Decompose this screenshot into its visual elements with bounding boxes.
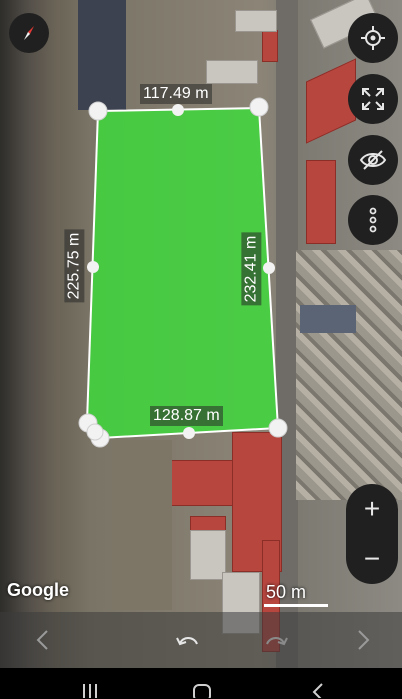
crosshair-icon <box>361 26 385 50</box>
zoom-control: + − <box>346 484 398 584</box>
midpoint-handle <box>183 427 195 439</box>
midpoint-handle <box>87 261 99 273</box>
google-attribution: Google <box>7 580 69 600</box>
more-vertical-icon <box>369 207 377 233</box>
recent-apps-icon[interactable] <box>80 682 100 698</box>
chevron-right-icon[interactable] <box>352 628 374 652</box>
compass-button[interactable] <box>9 13 49 53</box>
redo-icon[interactable] <box>262 628 290 652</box>
compass-icon <box>24 26 34 40</box>
eye-off-icon <box>359 150 387 170</box>
vertex-handle <box>268 418 288 438</box>
more-options-button[interactable] <box>348 195 398 245</box>
locate-button[interactable] <box>348 13 398 63</box>
measure-label-bottom: 128.87 m <box>150 406 223 426</box>
zoom-out-button[interactable]: − <box>346 534 398 584</box>
vertex-handle <box>249 97 269 117</box>
midpoint-handle <box>172 104 184 116</box>
measure-label-left: 225.75 m <box>64 229 85 303</box>
edit-toolbar <box>0 612 402 668</box>
vertex-handle <box>86 423 104 441</box>
scale-label: 50 m <box>266 582 307 602</box>
expand-icon <box>362 88 384 110</box>
scale-bar <box>264 604 328 607</box>
zoom-in-button[interactable]: + <box>346 484 398 534</box>
vertex-handle <box>88 101 108 121</box>
system-navigation-bar <box>0 668 402 699</box>
fullscreen-button[interactable] <box>348 74 398 124</box>
measure-label-right: 232.41 m <box>241 232 262 306</box>
midpoint-handle <box>263 262 275 274</box>
visibility-button[interactable] <box>348 135 398 185</box>
back-icon[interactable] <box>308 682 328 698</box>
undo-icon[interactable] <box>174 628 202 652</box>
home-icon[interactable] <box>192 682 212 698</box>
satellite-map[interactable]: 117.49 m 128.87 m 225.75 m 232.41 m + − … <box>0 0 402 668</box>
measure-label-top: 117.49 m <box>140 84 212 104</box>
chevron-left-icon[interactable] <box>32 628 54 652</box>
